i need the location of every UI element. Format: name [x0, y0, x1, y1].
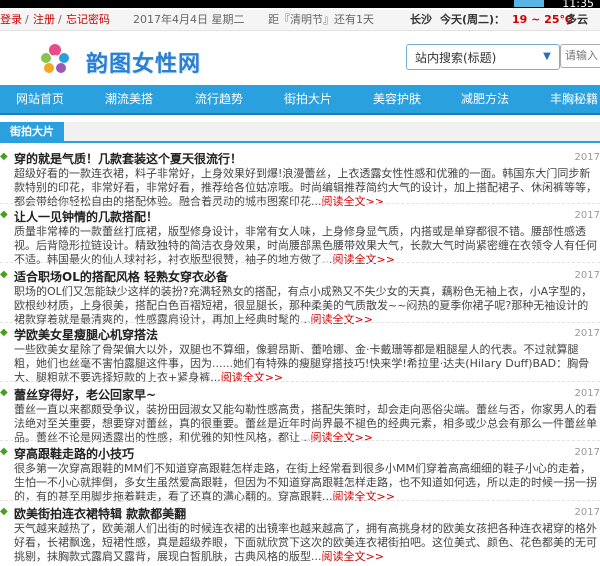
clock: 11:35: [562, 0, 594, 10]
article-title[interactable]: 蕾丝穿得好，老公回家早~: [14, 386, 156, 403]
article-item: ◆ 蕾丝穿得好，老公回家早~ 2017 蕾丝一直以来都颇受争议，装扮田园淑女又能…: [0, 386, 600, 444]
article-bullet-icon: ◆: [0, 269, 8, 280]
article-summary: 一些欧美女星除了骨架偏大以外，双腿也不算细，像碧昂斯、蕾哈娜、金·卡戴珊等都是粗…: [14, 343, 590, 384]
city-name: 长沙: [410, 13, 432, 26]
article-bullet-icon: ◆: [0, 506, 8, 517]
divider: [0, 262, 600, 263]
article-date: 2017: [574, 447, 600, 458]
logo-text: 韵图女性网: [86, 52, 202, 77]
article-title[interactable]: 穿的就是气质！几款套装这个夏天很流行！: [14, 150, 242, 167]
search-scope-select[interactable]: 站内搜索(标题) ▼: [406, 44, 560, 70]
article-bullet-icon: ◆: [0, 209, 8, 220]
section-header: 街拍大片: [0, 122, 600, 143]
article-bullet-icon: ◆: [0, 327, 8, 338]
top-info-bar: 登录 / 注册 / 忘记密码 2017年4月4日 星期二 距『清明节』还有1天 …: [0, 10, 600, 31]
read-more-link[interactable]: 阅读全文>>: [221, 371, 283, 384]
article-title[interactable]: 穿高跟鞋走路的小技巧: [14, 445, 134, 462]
divider: [0, 203, 600, 204]
article-summary: 天气越来越热了，欧美潮人们出街的时候连衣裙的出镜率也越来越高了，拥有高挑身材的欧…: [14, 522, 597, 563]
main-nav: 网站首页 潮流美搭 流行趋势 街拍大片 美容护肤 减肥方法 丰胸秘籍: [0, 85, 600, 115]
read-more-link[interactable]: 阅读全文>>: [311, 313, 373, 326]
nav-item-trends-style[interactable]: 潮流美搭: [105, 85, 153, 113]
read-more-link[interactable]: 阅读全文>>: [322, 195, 384, 208]
article-bullet-icon: ◆: [0, 151, 8, 162]
article-item: ◆ 学欧美女星瘦腿心机穿搭法 2017 一些欧美女星除了骨架偏大以外，双腿也不算…: [0, 326, 600, 384]
chevron-down-icon: ▼: [543, 51, 551, 62]
article-title[interactable]: 欧美街拍连衣裙特辑 款款都美翻: [14, 505, 186, 522]
article-title[interactable]: 让人一见钟情的几款搭配！: [14, 208, 158, 225]
article-summary: 很多第一次穿高跟鞋的MM们不知道穿高跟鞋怎样走路，在街上经常看到很多小MM们穿着…: [14, 462, 597, 503]
status-bar: 11:35: [0, 0, 600, 10]
article-summary: 蕾丝一直以来都颇受争议，装扮田园淑女又能勾勒性感高贵，搭配失策时，却会走向恶俗尖…: [14, 403, 597, 444]
forgot-password-link[interactable]: 忘记密码: [66, 10, 110, 30]
read-more-link[interactable]: 阅读全文>>: [322, 550, 384, 563]
article-item: ◆ 适合职场OL的搭配风格 轻熟女穿衣必备 2017 职场的OL们又怎能缺少这样…: [0, 268, 600, 326]
divider: [0, 500, 600, 501]
nav-item-fashion-trends[interactable]: 流行趋势: [195, 85, 243, 113]
weather-condition: 多云: [566, 13, 588, 26]
article-summary: 职场的OL们又怎能缺少这样的装扮?充满轻熟女的搭配，有点小成熟又不失少女的天真，…: [14, 285, 593, 326]
temperature: 19 ~ 25℃: [512, 13, 573, 26]
article-item: ◆ 欧美街拍连衣裙特辑 款款都美翻 2017 天气越来越热了，欧美潮人们出街的时…: [0, 505, 600, 563]
read-more-link[interactable]: 阅读全文>>: [333, 490, 395, 503]
divider: [0, 322, 600, 323]
article-date: 2017: [574, 388, 600, 399]
article-title[interactable]: 适合职场OL的搭配风格 轻熟女穿衣必备: [14, 268, 228, 285]
article-date: 2017: [574, 210, 600, 221]
signal-icon: [514, 0, 544, 7]
divider: [0, 381, 600, 382]
read-more-link[interactable]: 阅读全文>>: [311, 431, 373, 444]
nav-item-street-snaps[interactable]: 街拍大片: [284, 85, 332, 113]
search-scope-label: 站内搜索(标题): [415, 51, 497, 65]
site-logo[interactable]: 韵图女性网: [38, 42, 228, 78]
article-date: 2017: [574, 152, 600, 163]
search-input[interactable]: [560, 44, 600, 68]
nav-item-home[interactable]: 网站首页: [16, 85, 64, 113]
article-item: ◆ 让人一见钟情的几款搭配！ 2017 质量非常棒的一款蕾丝打底裙，版型修身设计…: [0, 208, 600, 266]
register-link[interactable]: 注册: [33, 10, 55, 30]
article-summary: 质量非常棒的一款蕾丝打底裙，版型修身设计，非常有女人味，上身修身显气质，内搭或是…: [14, 225, 597, 266]
article-item: ◆ 穿的就是气质！几款套装这个夏天很流行！ 2017 超级好看的一款连衣裙，料子…: [0, 150, 600, 208]
nav-item-weight-loss[interactable]: 减肥方法: [461, 85, 509, 113]
section-title: 街拍大片: [0, 122, 64, 141]
login-link[interactable]: 登录: [0, 10, 22, 30]
article-bullet-icon: ◆: [0, 446, 8, 457]
nav-item-beauty[interactable]: 美容护肤: [373, 85, 421, 113]
article-bullet-icon: ◆: [0, 387, 8, 398]
article-date: 2017: [574, 270, 600, 281]
divider: [0, 440, 600, 441]
holiday-countdown: 距『清明节』还有1天: [268, 13, 374, 26]
article-date: 2017: [574, 507, 600, 518]
article-date: 2017: [574, 328, 600, 339]
flower-icon: [41, 44, 69, 73]
article-item: ◆ 穿高跟鞋走路的小技巧 2017 很多第一次穿高跟鞋的MM们不知道穿高跟鞋怎样…: [0, 445, 600, 503]
article-title[interactable]: 学欧美女星瘦腿心机穿搭法: [14, 326, 158, 343]
weather-label: 今天(周二)：: [440, 13, 506, 26]
nav-item-breast-tips[interactable]: 丰胸秘籍: [550, 85, 598, 113]
date-text: 2017年4月4日 星期二: [133, 13, 245, 26]
read-more-link[interactable]: 阅读全文>>: [333, 253, 395, 266]
